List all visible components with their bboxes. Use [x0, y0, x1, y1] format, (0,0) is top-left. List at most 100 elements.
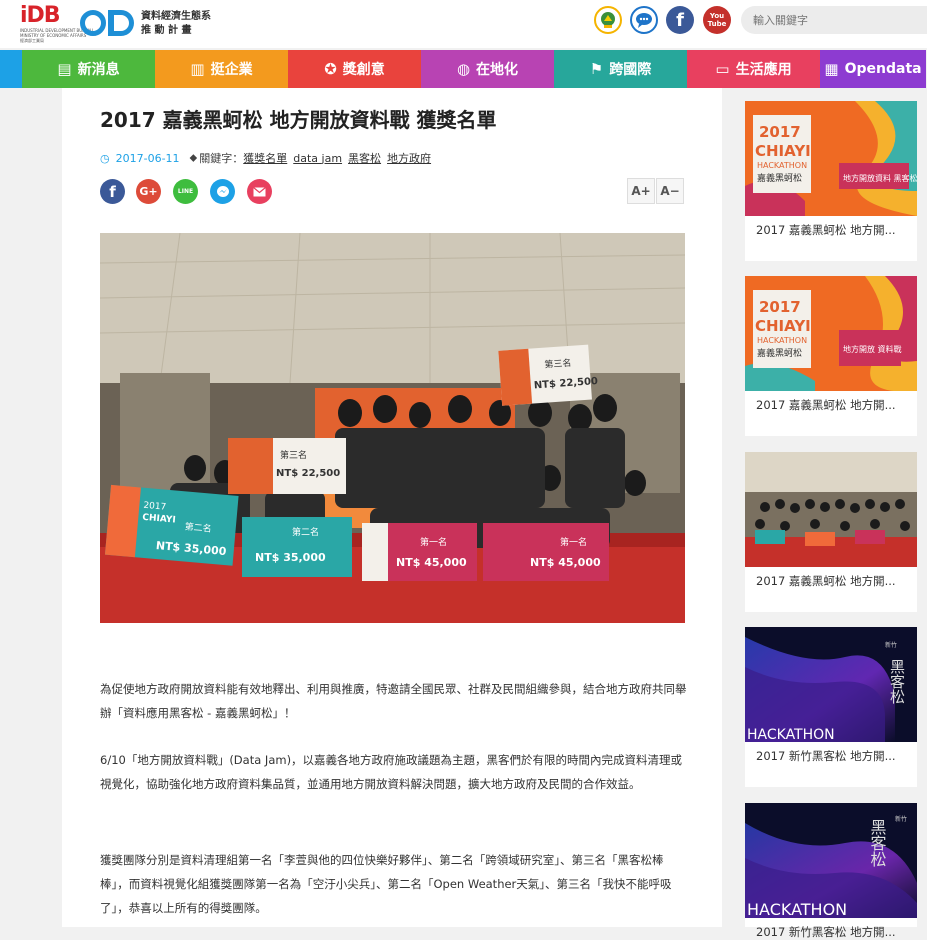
share-email-button[interactable] [247, 179, 272, 204]
related-article-card[interactable]: 新竹 黑客松 HACKATHON 2017 新竹黑客松 地方開... [745, 803, 917, 939]
article-date: 2017-06-11 [115, 151, 180, 165]
nav-item-label: 跨國際 [609, 62, 652, 78]
related-article-thumbnail: 新竹 黑客松 HACKATHON [745, 627, 917, 742]
thumb-year: 2017 [759, 298, 801, 316]
tag-link[interactable]: 黑客松 [348, 150, 381, 166]
main-nav: ▤ 新消息 ▥ 挺企業 ✪ 獎創意 ◍ 在地化 ⚑ 跨國際 ▭ 生活應用 ▦ Opendata [0, 50, 927, 88]
font-smaller-button[interactable]: A− [656, 178, 684, 204]
nav-item-local[interactable]: ◍ 在地化 [421, 50, 554, 88]
related-article-thumbnail: 2017 CHIAYI HACKATHON 嘉義黑蚵松 地方開放 資料戰 [745, 276, 917, 391]
share-line-button[interactable]: LINE [173, 179, 198, 204]
article-paragraph: 為促使地方政府開放資料能有效地釋出、利用與推廣，特邀請全國民眾、社群及民間組織參… [100, 682, 687, 720]
od-logo[interactable] [80, 8, 136, 38]
thumb-zh: 黑客松 [868, 819, 887, 867]
program-title-line2: 推 動 計 畫 [141, 25, 192, 36]
nav-item-label: 獎創意 [342, 62, 385, 78]
thumb-hack: HACKATHON [757, 336, 807, 345]
thumb-zh: 嘉義黑蚵松 [757, 172, 802, 184]
article-paragraph: 6/10「地方開放資料戰」(Data Jam)，以嘉義各地方政府施政議題為主題，… [100, 753, 683, 791]
related-article-card[interactable]: 2017 嘉義黑蚵松 地方開... [745, 452, 917, 612]
photo-text-prize-first-2: NT$ 45,000 [530, 556, 601, 569]
nav-item-label: 在地化 [476, 62, 519, 78]
top-bar: iDB INDUSTRIAL DEVELOPMENT BUREAU MINIST… [0, 0, 927, 48]
thumb-hack: HACKATHON [757, 161, 807, 170]
thumb-year: 2017 [759, 123, 801, 141]
chat-icon[interactable] [630, 6, 658, 34]
nav-item-life[interactable]: ▭ 生活應用 [687, 50, 820, 88]
od-logo-o [80, 10, 106, 36]
location-icon: ⚑ [589, 60, 604, 78]
thumb-city: CHIAYI [755, 317, 811, 335]
facebook-icon-label: f [676, 9, 684, 31]
thumb-zh: 黑客松 [888, 659, 906, 704]
od-logo-d [108, 10, 134, 36]
photo-text-third-2: 第三名 [280, 449, 307, 461]
nav-item-label: 新消息 [77, 62, 120, 78]
article-paragraph: 獲獎團隊分別是資料清理組第一名「李萱與他的四位快樂好夥伴」、第二名「跨領域研究室… [100, 853, 672, 915]
idb-logo[interactable]: iDB INDUSTRIAL DEVELOPMENT BUREAU MINIST… [20, 3, 93, 44]
messenger-icon [216, 185, 229, 197]
thumb-box: 地方開放 資料戰 [843, 344, 902, 354]
program-title-line1: 資料經濟生態系 [141, 11, 211, 22]
idb-logo-sub3: 經濟部工業局 [20, 38, 44, 43]
share-label: G+ [139, 185, 158, 198]
article: 2017 嘉義黑蚵松 地方開放資料戰 獲獎名單 ◷ 2017-06-11 ⬥ 關… [62, 88, 722, 927]
related-article-card[interactable]: 新竹 黑客松 HACKATHON 2017 新竹黑客松 地方開... [745, 627, 917, 787]
photo-text-first: 第一名 [420, 536, 447, 548]
nav-item-opendata[interactable]: ▦ Opendata [820, 50, 926, 88]
newspaper-icon: ▤ [57, 60, 72, 78]
related-article-title[interactable]: 2017 嘉義黑蚵松 地方開... [745, 567, 917, 589]
thumb-city: 新竹 [885, 641, 897, 649]
font-larger-button[interactable]: A+ [627, 178, 655, 204]
article-meta: ◷ 2017-06-11 ⬥ 關鍵字： 獲獎名單 data jam 黑客松 地方… [100, 150, 431, 166]
related-article-card[interactable]: 2017 CHIAYI HACKATHON 嘉義黑蚵松 地方開放資料 黑客松 2… [745, 101, 917, 261]
tag-link[interactable]: 地方政府 [387, 150, 431, 166]
nav-item-enterprise[interactable]: ▥ 挺企業 [155, 50, 288, 88]
photo-text-year: 2017 [143, 501, 167, 513]
youtube-icon[interactable]: You Tube [703, 6, 731, 34]
search-input[interactable] [741, 6, 927, 34]
monitor-icon: ▭ [715, 60, 730, 78]
idb-logo-text: iDB [20, 3, 61, 28]
nav-item-news[interactable]: ▤ 新消息 [22, 50, 155, 88]
tag-icon: ⬥ [189, 151, 198, 164]
article-photo: 第三名 NT$ 22,500 第三名 NT$ 22,500 2017 CHIAY… [100, 233, 685, 623]
tag-link[interactable]: 獲獎名單 [243, 150, 287, 166]
related-article-title[interactable]: 2017 新竹黑客松 地方開... [745, 742, 917, 764]
photo-text-first-2: 第一名 [560, 536, 587, 548]
related-article-thumbnail [745, 452, 917, 567]
share-google-plus-button[interactable]: G+ [136, 179, 161, 204]
related-article-card[interactable]: 2017 CHIAYI HACKATHON 嘉義黑蚵松 地方開放 資料戰 201… [745, 276, 917, 436]
clock-icon: ◷ [100, 151, 110, 165]
nav-lead-strip [0, 50, 22, 88]
photo-text-second-2: 第二名 [292, 526, 319, 538]
photo-text-prize-third-2: NT$ 22,500 [276, 468, 340, 479]
keywords-label: 關鍵字： [199, 152, 244, 165]
award-icon[interactable] [594, 6, 622, 34]
photo-text-prize-first: NT$ 45,000 [396, 556, 467, 569]
nav-item-label: Opendata [844, 61, 922, 77]
share-messenger-button[interactable] [210, 179, 235, 204]
facebook-icon[interactable]: f [666, 6, 694, 34]
thumb-hack: HACKATHON [747, 900, 847, 918]
building-icon: ▥ [190, 60, 205, 78]
program-title: 資料經濟生態系 推 動 計 畫 [141, 10, 211, 38]
photo-text-prize-second-2: NT$ 35,000 [255, 551, 326, 564]
globe-icon: ◍ [456, 60, 471, 78]
thumb-box: 地方開放資料 黑客松 [843, 173, 917, 183]
nav-item-label: 挺企業 [210, 62, 253, 78]
nav-item-international[interactable]: ⚑ 跨國際 [554, 50, 687, 88]
thumb-zh: 嘉義黑蚵松 [757, 347, 802, 359]
share-label: f [109, 182, 116, 201]
thumb-city: CHIAYI [755, 142, 811, 160]
related-article-title[interactable]: 2017 嘉義黑蚵松 地方開... [745, 216, 917, 238]
tag-link[interactable]: data jam [293, 152, 342, 165]
nav-item-label: 生活應用 [735, 62, 792, 78]
share-facebook-button[interactable]: f [100, 179, 125, 204]
share-label: LINE [177, 188, 194, 195]
youtube-icon-label: You Tube [707, 12, 727, 28]
related-article-title[interactable]: 2017 嘉義黑蚵松 地方開... [745, 391, 917, 413]
related-article-thumbnail: 2017 CHIAYI HACKATHON 嘉義黑蚵松 地方開放資料 黑客松 [745, 101, 917, 216]
nav-item-creative[interactable]: ✪ 獎創意 [288, 50, 421, 88]
related-article-title[interactable]: 2017 新竹黑客松 地方開... [745, 918, 917, 940]
